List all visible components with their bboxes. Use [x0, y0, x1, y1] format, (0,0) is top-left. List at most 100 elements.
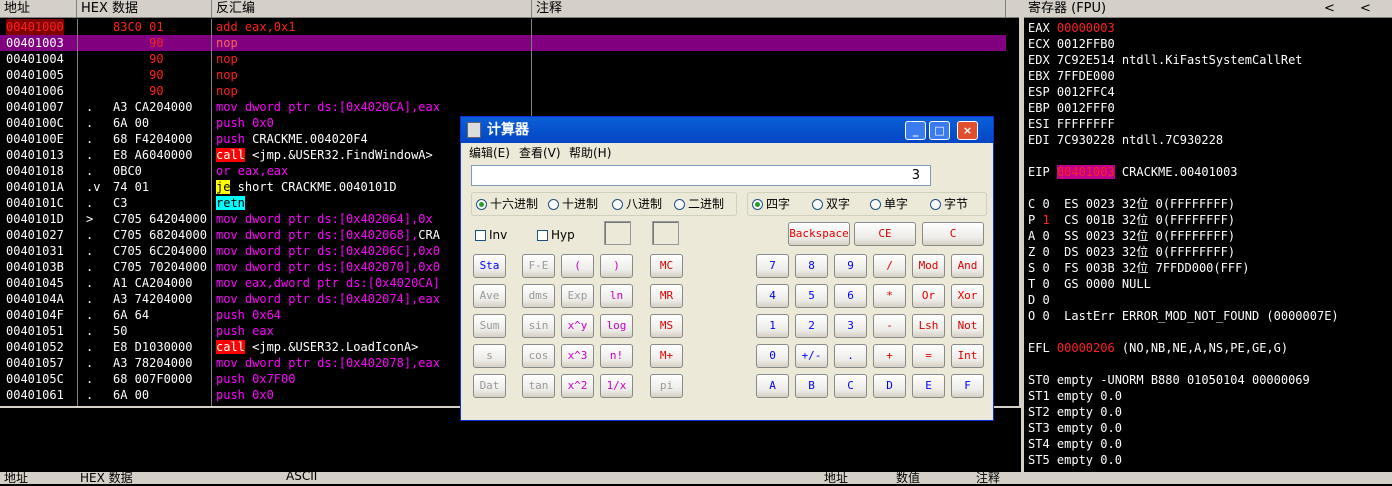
register-line[interactable]: EBX 7FFDE000	[1028, 68, 1115, 84]
calc-key[interactable]: A	[756, 374, 789, 398]
calc-key[interactable]: 3	[834, 314, 867, 338]
register-line[interactable]: D 0	[1028, 292, 1050, 308]
register-line[interactable]: P 1 CS 001B 32位 0(FFFFFFFF)	[1028, 212, 1235, 228]
radio-hex[interactable]: 十六进制	[476, 193, 538, 215]
radio-bin[interactable]: 二进制	[674, 193, 724, 215]
register-line[interactable]: ST2 empty 0.0	[1028, 404, 1122, 420]
calc-key[interactable]: MS	[650, 314, 683, 338]
calc-key[interactable]: D	[873, 374, 906, 398]
calc-key[interactable]: And	[951, 254, 984, 278]
col-header-comment[interactable]: 注释	[532, 0, 1006, 18]
backspace-button[interactable]: Backspace	[788, 222, 850, 246]
calc-key[interactable]: Or	[912, 284, 945, 308]
registers-nav-left[interactable]: <	[1324, 0, 1335, 17]
calc-key[interactable]: M+	[650, 344, 683, 368]
register-line[interactable]: ST5 empty 0.0	[1028, 452, 1122, 466]
inv-checkbox[interactable]: Inv	[475, 227, 507, 243]
stack-col-comment[interactable]: 注释	[976, 469, 1000, 486]
menu-edit[interactable]: 编辑(E)	[469, 143, 510, 163]
calc-key[interactable]: MC	[650, 254, 683, 278]
radio-oct[interactable]: 八进制	[612, 193, 662, 215]
calc-key[interactable]: 7	[756, 254, 789, 278]
disasm-row[interactable]: 00401000 83C0 01 add eax,0x1	[0, 19, 1006, 35]
stack-col-address[interactable]: 地址	[824, 469, 848, 486]
calc-key[interactable]: MR	[650, 284, 683, 308]
register-line[interactable]: ST4 empty 0.0	[1028, 436, 1122, 452]
stack-col-value[interactable]: 数值	[896, 469, 920, 486]
calc-key[interactable]: x^2	[561, 374, 594, 398]
calc-key[interactable]: n!	[600, 344, 633, 368]
radio-dword[interactable]: 双字	[812, 193, 850, 215]
register-line[interactable]: Z 0 DS 0023 32位 0(FFFFFFFF)	[1028, 244, 1235, 260]
close-button[interactable]: ×	[957, 121, 978, 140]
calc-key[interactable]: +	[873, 344, 906, 368]
calc-key[interactable]: 8	[795, 254, 828, 278]
register-line[interactable]: EDX 7C92E514 ntdll.KiFastSystemCallRet	[1028, 52, 1303, 68]
register-line[interactable]: ST0 empty -UNORM B880 01050104 00000069	[1028, 372, 1310, 388]
register-line[interactable]: ESI FFFFFFFF	[1028, 116, 1115, 132]
calc-key[interactable]: Not	[951, 314, 984, 338]
calc-key[interactable]: 9	[834, 254, 867, 278]
calc-key[interactable]: log	[600, 314, 633, 338]
register-line[interactable]: S 0 FS 003B 32位 7FFDD000(FFF)	[1028, 260, 1250, 276]
col-header-hex[interactable]: HEX 数据	[77, 0, 212, 18]
register-line[interactable]: EIP 00401003 CRACKME.00401003	[1028, 164, 1238, 180]
radio-qword[interactable]: 四字	[752, 193, 790, 215]
register-line[interactable]: O 0 LastErr ERROR_MOD_NOT_FOUND (0000007…	[1028, 308, 1339, 324]
disasm-row[interactable]: 00401003 90 nop	[0, 35, 1006, 51]
calc-key[interactable]: 0	[756, 344, 789, 368]
disasm-row[interactable]: 00401006 90 nop	[0, 83, 1006, 99]
maximize-button[interactable]: □	[929, 121, 950, 140]
register-line[interactable]: EFL 00000206 (NO,NB,NE,A,NS,PE,GE,G)	[1028, 340, 1288, 356]
calc-key[interactable]: Ave	[473, 284, 506, 308]
register-line[interactable]: ECX 0012FFB0	[1028, 36, 1115, 52]
calc-key[interactable]: F-E	[522, 254, 555, 278]
registers-pane[interactable]: EAX 00000003 ECX 0012FFB0 EDX 7C92E514 ntd…	[1024, 18, 1392, 466]
calc-key[interactable]: +/-	[795, 344, 828, 368]
register-line[interactable]: A 0 SS 0023 32位 0(FFFFFFFF)	[1028, 228, 1235, 244]
calc-key[interactable]: *	[873, 284, 906, 308]
calc-key[interactable]: (	[561, 254, 594, 278]
calc-key[interactable]: Lsh	[912, 314, 945, 338]
disasm-row[interactable]: 00401005 90 nop	[0, 67, 1006, 83]
register-line[interactable]: ST3 empty 0.0	[1028, 420, 1122, 436]
calc-key[interactable]: 6	[834, 284, 867, 308]
calc-key[interactable]: tan	[522, 374, 555, 398]
register-line[interactable]: EAX 00000003	[1028, 20, 1115, 36]
calc-key[interactable]: dms	[522, 284, 555, 308]
calculator-window[interactable]: 计算器 _ □ × 编辑(E) 查看(V) 帮助(H) 3 十六进制 十进制 八…	[460, 116, 994, 421]
calc-key[interactable]: 5	[795, 284, 828, 308]
register-line[interactable]: ESP 0012FFC4	[1028, 84, 1115, 100]
hyp-checkbox[interactable]: Hyp	[537, 227, 575, 243]
registers-header[interactable]: 寄存器 (FPU) < <	[1024, 0, 1392, 18]
register-line[interactable]: EBP 0012FFF0	[1028, 100, 1115, 116]
calc-key[interactable]: )	[600, 254, 633, 278]
register-line[interactable]: EDI 7C930228 ntdll.7C930228	[1028, 132, 1223, 148]
calc-key[interactable]: Xor	[951, 284, 984, 308]
calc-key[interactable]: Mod	[912, 254, 945, 278]
col-header-disasm[interactable]: 反汇编	[212, 0, 532, 18]
calc-key[interactable]: .	[834, 344, 867, 368]
ce-button[interactable]: CE	[854, 222, 916, 246]
col-header-address[interactable]: 地址	[0, 0, 77, 18]
calc-key[interactable]: Sum	[473, 314, 506, 338]
calc-key[interactable]: 2	[795, 314, 828, 338]
calc-key[interactable]: ln	[600, 284, 633, 308]
calc-key[interactable]: pi	[650, 374, 683, 398]
register-line[interactable]: T 0 GS 0000 NULL	[1028, 276, 1151, 292]
dump-col-ascii[interactable]: ASCII	[286, 469, 317, 483]
dump-col-hex[interactable]: HEX 数据	[80, 469, 133, 486]
calc-key[interactable]: Dat	[473, 374, 506, 398]
calculator-titlebar[interactable]: 计算器 _ □ ×	[461, 117, 993, 143]
radio-byte[interactable]: 字节	[930, 193, 968, 215]
calc-key[interactable]: F	[951, 374, 984, 398]
disasm-row[interactable]: 00401004 90 nop	[0, 51, 1006, 67]
menu-help[interactable]: 帮助(H)	[569, 143, 611, 163]
register-line[interactable]: C 0 ES 0023 32位 0(FFFFFFFF)	[1028, 196, 1235, 212]
menu-view[interactable]: 查看(V)	[519, 143, 561, 163]
calculator-display[interactable]: 3	[471, 165, 931, 186]
calc-key[interactable]: -	[873, 314, 906, 338]
disasm-row[interactable]: 00401007. A3 CA204000 mov dword ptr ds:[0x…	[0, 99, 1006, 115]
calc-key[interactable]: Sta	[473, 254, 506, 278]
minimize-button[interactable]: _	[905, 121, 926, 140]
